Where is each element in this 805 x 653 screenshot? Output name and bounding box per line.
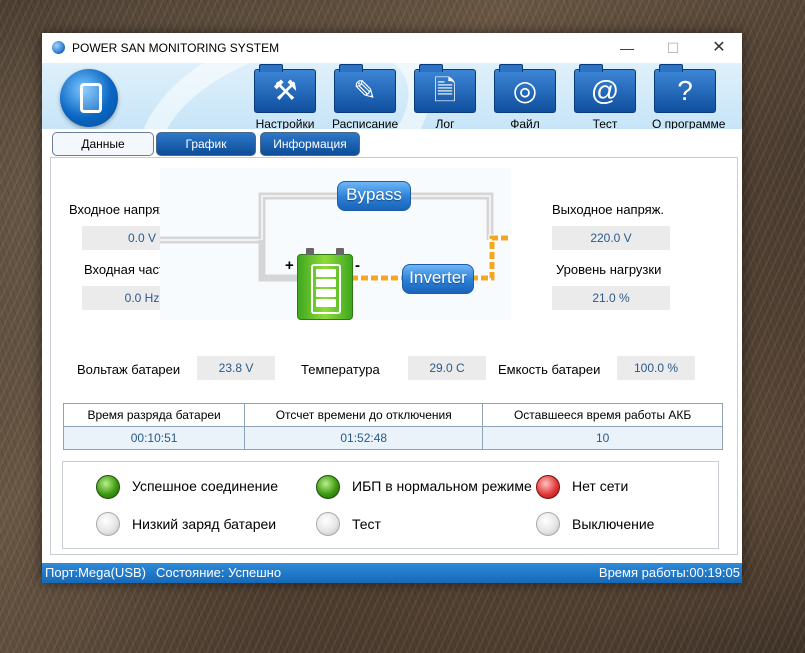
toolbar-schedule-label: Расписание xyxy=(332,117,399,129)
at-sign-icon: @ xyxy=(574,64,636,113)
battery-charge-bar xyxy=(316,289,336,297)
connection-state: Состояние: Успешно xyxy=(156,565,282,580)
maximize-button[interactable]: ☐ xyxy=(650,35,696,61)
toolbar-header: ⚒ Настройки ✎ Расписание 🗎 Лог ◎ Файл @ … xyxy=(42,63,742,129)
battery-icon xyxy=(297,248,353,320)
toolbar-about-label: О программе xyxy=(652,117,726,129)
bypass-path-highlight xyxy=(160,195,491,241)
title-bar: POWER SAN MONITORING SYSTEM — ☐ ✕ xyxy=(42,33,742,63)
shutdown-label: Выключение xyxy=(572,516,655,532)
uptime-status: Время работы:00:19:05 xyxy=(598,565,740,580)
battery-voltage-value: 23.8 V xyxy=(197,356,275,380)
toolbar-settings-label: Настройки xyxy=(255,117,315,129)
battery-charge-frame xyxy=(311,264,341,314)
toolbar-test-label: Тест xyxy=(592,117,618,129)
table-header-row: Время разряда батареи Отсчет времени до … xyxy=(62,403,723,427)
toolbar-log[interactable]: 🗎 Лог xyxy=(412,64,478,129)
battery-charge-bar xyxy=(316,269,336,277)
output-voltage-label: Выходное напряж. xyxy=(552,202,665,217)
low-battery-led xyxy=(96,512,120,536)
toolbar-file[interactable]: ◎ Файл xyxy=(492,64,558,129)
file-disc-icon: ◎ xyxy=(494,64,556,113)
ups-normal-mode-led xyxy=(316,475,340,499)
test-label: Тест xyxy=(352,516,381,532)
battery-charge-bar xyxy=(316,299,336,307)
test-led xyxy=(316,512,340,536)
logo-device-icon xyxy=(80,83,102,113)
discharge-time-value: 00:10:51 xyxy=(62,426,246,450)
shutdown-led xyxy=(536,512,560,536)
toolbar-test[interactable]: @ Тест xyxy=(572,64,638,129)
status-indicators-panel xyxy=(62,461,719,549)
tab-data[interactable]: Данные xyxy=(52,132,154,156)
toolbar-log-label: Лог xyxy=(435,117,455,129)
load-level-label: Уровень нагрузки xyxy=(556,262,662,277)
remaining-runtime-value: 10 xyxy=(482,426,723,450)
no-mains-led xyxy=(536,475,560,499)
schedule-icon: ✎ xyxy=(334,64,396,113)
connection-ok-led xyxy=(96,475,120,499)
inverter-indicator: Inverter xyxy=(402,264,474,294)
toolbar-settings[interactable]: ⚒ Настройки xyxy=(252,64,318,129)
load-level-value: 21.0 % xyxy=(552,286,670,310)
status-bar: Порт:Mega(USB) Состояние: Успешно Время … xyxy=(42,563,742,583)
temperature-label: Температура xyxy=(301,362,380,377)
tab-graph[interactable]: График xyxy=(156,132,256,156)
battery-terminal-plus xyxy=(306,248,314,255)
close-button[interactable]: ✕ xyxy=(696,35,742,61)
window-title: POWER SAN MONITORING SYSTEM xyxy=(72,41,280,55)
app-logo xyxy=(60,69,118,127)
table-row: 00:10:51 01:52:48 10 xyxy=(62,426,723,450)
battery-charge-bar xyxy=(316,279,336,287)
bypass-path-line xyxy=(160,192,494,244)
discharge-time-header: Время разряда батареи xyxy=(62,403,246,427)
ups-normal-mode-label: ИБП в нормальном режиме xyxy=(352,478,532,494)
output-voltage-value: 220.0 V xyxy=(552,226,670,250)
shutdown-countdown-value: 01:52:48 xyxy=(244,426,484,450)
battery-capacity-label: Емкость батареи xyxy=(498,362,601,377)
bypass-indicator: Bypass xyxy=(337,181,411,211)
log-document-icon: 🗎 xyxy=(414,64,476,113)
toolbar-about[interactable]: ? О программе xyxy=(652,64,726,129)
battery-capacity-value: 100.0 % xyxy=(617,356,695,380)
battery-time-table: Время разряда батареи Отсчет времени до … xyxy=(62,403,723,450)
no-mains-label: Нет сети xyxy=(572,478,629,494)
minimize-button[interactable]: — xyxy=(604,35,650,61)
app-icon xyxy=(52,41,65,54)
battery-minus-sign: - xyxy=(355,257,360,274)
battery-voltage-label: Вольтаж батареи xyxy=(77,362,181,377)
hammer-icon: ⚒ xyxy=(254,64,316,113)
port-status: Порт:Mega(USB) xyxy=(45,565,146,580)
toolbar-schedule[interactable]: ✎ Расписание xyxy=(332,64,399,129)
battery-plus-sign: + xyxy=(285,257,294,274)
connection-ok-label: Успешное соединение xyxy=(132,478,279,494)
low-battery-label: Низкий заряд батареи xyxy=(132,516,277,532)
tab-info[interactable]: Информация xyxy=(260,132,360,156)
temperature-value: 29.0 C xyxy=(408,356,486,380)
battery-terminal-minus xyxy=(336,248,344,255)
question-mark-icon: ? xyxy=(654,64,716,113)
remaining-runtime-header: Оставшееся время работы АКБ xyxy=(482,403,723,427)
toolbar-file-label: Файл xyxy=(510,117,540,129)
shutdown-countdown-header: Отсчет времени до отключения xyxy=(244,403,484,427)
